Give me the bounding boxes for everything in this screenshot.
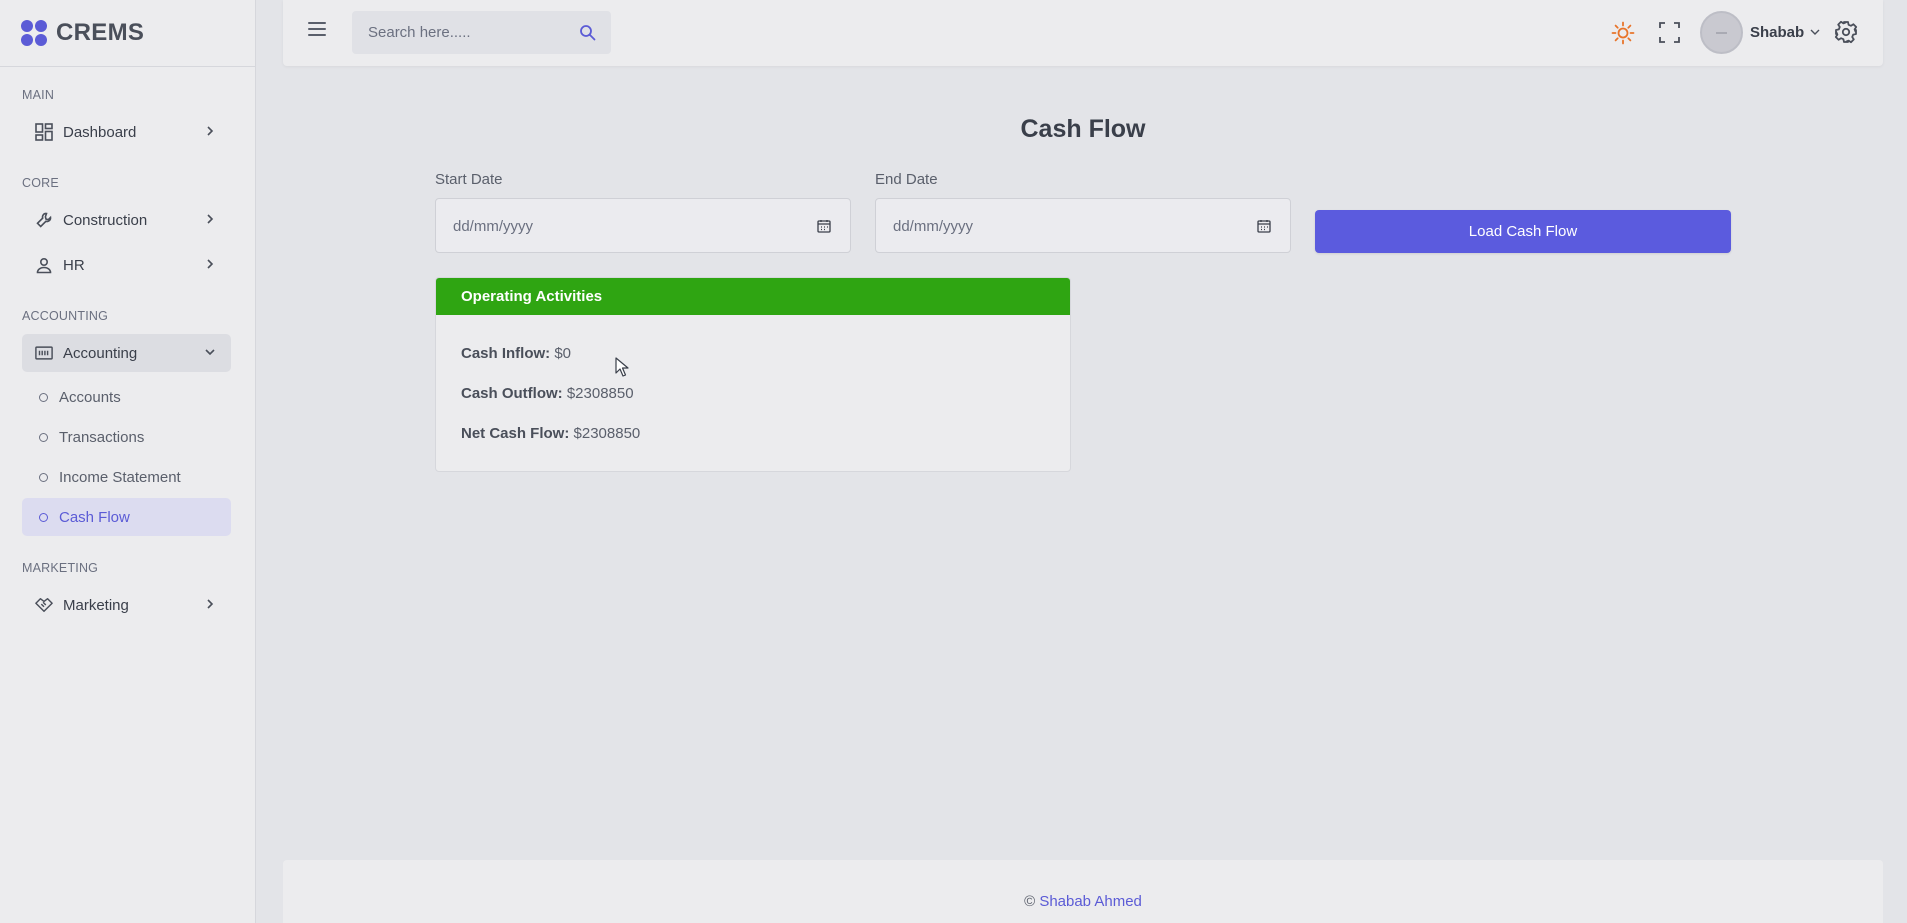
end-date-label: End Date xyxy=(875,171,938,188)
calendar-icon[interactable] xyxy=(817,219,831,233)
brand[interactable]: CREMS xyxy=(0,0,255,67)
cash-inflow-value: $0 xyxy=(554,345,572,362)
start-date-field xyxy=(435,198,851,254)
search-icon[interactable] xyxy=(579,24,596,41)
gear-icon[interactable] xyxy=(1834,20,1858,44)
page-title: Cash Flow xyxy=(1020,115,1146,143)
chevron-right-icon xyxy=(207,599,214,609)
net-cash-flow-value: $2308850 xyxy=(573,425,641,442)
user-name[interactable]: Shabab xyxy=(1750,24,1804,41)
brand-name: CREMS xyxy=(56,19,145,46)
operating-activities-card: Operating Activities Cash Inflow: $0 Cas… xyxy=(435,277,1071,472)
footer: © Shabab Ahmed xyxy=(283,860,1883,923)
chevron-right-icon xyxy=(207,214,214,224)
sidebar-item-label: HR xyxy=(63,256,85,274)
sidebar-item-accounting[interactable]: Accounting xyxy=(22,334,231,372)
chevron-down-icon xyxy=(205,349,215,356)
sidebar-subitem-income-statement[interactable]: Income Statement xyxy=(22,458,231,496)
sidebar-subitem-accounts[interactable]: Accounts xyxy=(22,378,231,416)
start-date-label: Start Date xyxy=(435,171,503,188)
sidebar-item-construction[interactable]: Construction xyxy=(22,201,231,239)
circle-icon xyxy=(39,432,48,442)
sidebar: CREMS MAIN Dashboard CORE Construction H… xyxy=(0,0,256,923)
logo-icon xyxy=(21,19,48,47)
card-title: Operating Activities xyxy=(436,278,1070,315)
sidebar-subitem-label: Transactions xyxy=(59,428,145,446)
section-title-main: MAIN xyxy=(22,88,55,102)
mouse-cursor-icon xyxy=(615,357,629,377)
sun-icon[interactable] xyxy=(1611,21,1635,45)
cash-outflow-row: Cash Outflow: $2308850 xyxy=(461,385,634,402)
footer-text: © Shabab Ahmed xyxy=(283,893,1883,910)
user-icon xyxy=(35,256,53,274)
dashboard-icon xyxy=(35,123,53,141)
sidebar-subitem-transactions[interactable]: Transactions xyxy=(22,418,231,456)
fullscreen-icon[interactable] xyxy=(1659,22,1680,43)
end-date-field xyxy=(875,198,1291,254)
calendar-icon[interactable] xyxy=(1257,219,1271,233)
sidebar-item-marketing[interactable]: Marketing xyxy=(22,586,231,624)
wrench-icon xyxy=(35,211,53,229)
hamburger-menu-icon[interactable] xyxy=(308,22,326,36)
net-cash-flow-row: Net Cash Flow: $2308850 xyxy=(461,425,640,442)
chevron-right-icon xyxy=(207,126,214,136)
cash-inflow-row: Cash Inflow: $0 xyxy=(461,345,571,362)
chevron-down-icon[interactable] xyxy=(1810,28,1820,36)
section-title-core: CORE xyxy=(22,176,59,190)
sidebar-item-label: Accounting xyxy=(63,344,138,362)
section-title-accounting: ACCOUNTING xyxy=(22,309,109,323)
sidebar-item-label: Construction xyxy=(63,211,148,229)
circle-icon xyxy=(39,512,48,522)
author-link[interactable]: Shabab Ahmed xyxy=(1039,893,1142,910)
avatar[interactable] xyxy=(1700,11,1743,54)
sidebar-item-hr[interactable]: HR xyxy=(22,246,231,284)
cash-inflow-label: Cash Inflow: xyxy=(461,345,551,362)
handshake-icon xyxy=(35,596,53,614)
search-box xyxy=(352,11,611,54)
top-header: Shabab xyxy=(283,0,1883,66)
circle-icon xyxy=(39,472,48,482)
sidebar-subitem-label: Cash Flow xyxy=(59,508,130,526)
calculator-icon xyxy=(35,344,53,362)
start-date-input[interactable] xyxy=(436,199,815,254)
cash-outflow-value: $2308850 xyxy=(566,385,634,402)
net-cash-flow-label: Net Cash Flow: xyxy=(461,425,570,442)
cash-outflow-label: Cash Outflow: xyxy=(461,385,563,402)
search-input[interactable] xyxy=(352,11,580,54)
circle-icon xyxy=(39,392,48,402)
sidebar-subitem-cash-flow[interactable]: Cash Flow xyxy=(22,498,231,536)
end-date-input[interactable] xyxy=(876,199,1255,254)
sidebar-item-dashboard[interactable]: Dashboard xyxy=(22,113,231,151)
sidebar-item-label: Dashboard xyxy=(63,123,137,141)
chevron-right-icon xyxy=(207,259,214,269)
sidebar-subitem-label: Accounts xyxy=(59,388,121,406)
sidebar-subitem-label: Income Statement xyxy=(59,468,181,486)
section-title-marketing: MARKETING xyxy=(22,561,99,575)
sidebar-item-label: Marketing xyxy=(63,596,129,614)
copyright-symbol: © xyxy=(1024,893,1036,910)
load-cash-flow-button[interactable]: Load Cash Flow xyxy=(1315,210,1731,253)
